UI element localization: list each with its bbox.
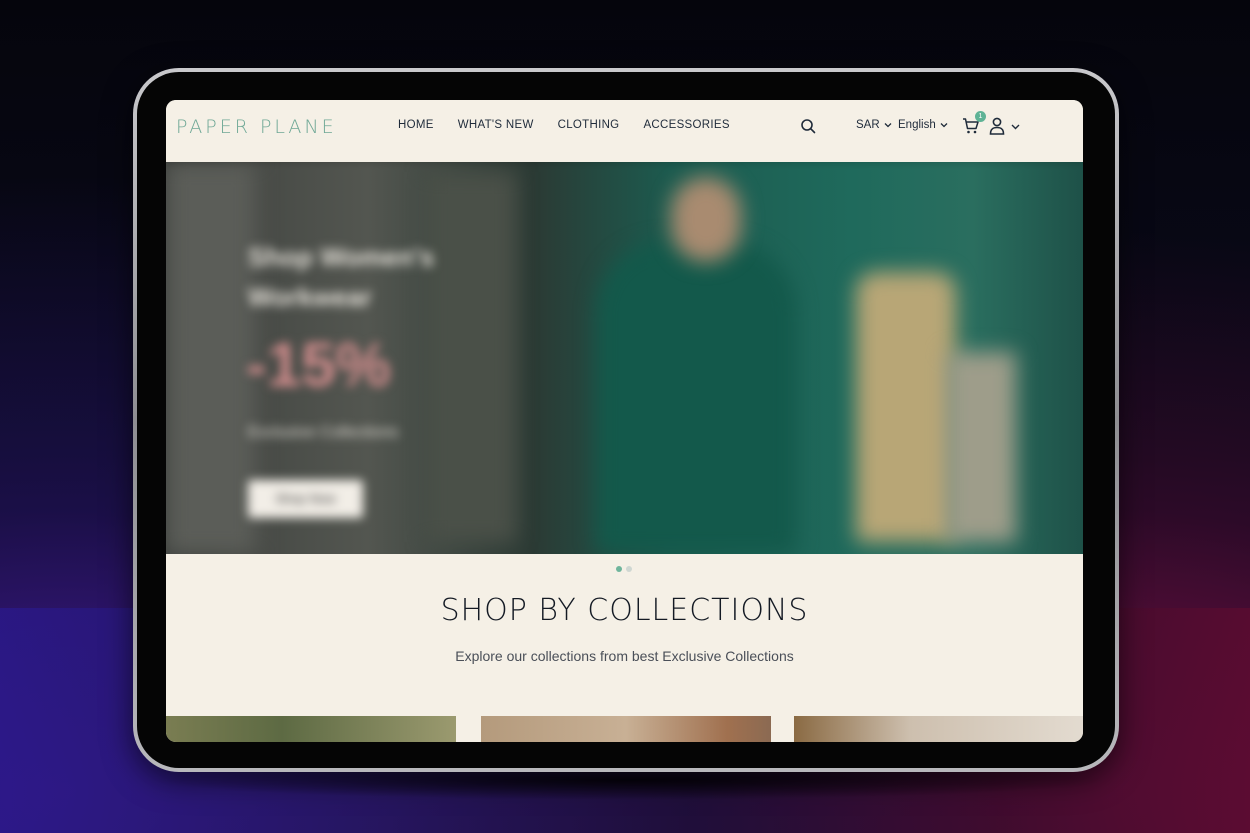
currency-label: SAR: [856, 119, 880, 131]
hero-window-pane: [426, 172, 516, 542]
site-header: PAPER PLANE HOME WHAT'S NEW CLOTHING ACC…: [166, 100, 1083, 162]
hero-mirror: [856, 272, 956, 542]
nav-item-home[interactable]: HOME: [398, 119, 434, 131]
carousel-dots: [616, 566, 632, 572]
language-selector[interactable]: English: [898, 119, 948, 131]
user-icon[interactable]: [989, 117, 1005, 135]
search-icon[interactable]: [800, 118, 816, 134]
chevron-down-icon: [884, 123, 892, 128]
logo-text: PAPER PLANE: [176, 116, 337, 138]
language-label: English: [898, 119, 936, 131]
chevron-down-icon[interactable]: [1011, 122, 1020, 131]
hero-model-head: [671, 177, 741, 262]
carousel-dot-2[interactable]: [626, 566, 632, 572]
carousel-dot-1[interactable]: [616, 566, 622, 572]
hero-subline: Exclusive Collections: [248, 424, 399, 441]
currency-selector[interactable]: SAR: [856, 119, 892, 131]
tablet-screen: PAPER PLANE HOME WHAT'S NEW CLOTHING ACC…: [166, 100, 1083, 742]
brand-logo[interactable]: PAPER PLANE: [176, 116, 337, 138]
hero-model-figure: [596, 242, 796, 554]
hero-banner[interactable]: Shop Women's Workwear -15% Exclusive Col…: [166, 162, 1083, 554]
hero-headline-1: Shop Women's: [248, 242, 435, 272]
hero-chair: [946, 352, 1016, 542]
main-nav: HOME WHAT'S NEW CLOTHING ACCESSORIES: [398, 119, 730, 131]
cart-count-badge: 1: [975, 111, 986, 122]
hero-cta-button[interactable]: Shop Now: [248, 480, 363, 518]
collection-card-3[interactable]: [794, 716, 1083, 742]
nav-item-whats-new[interactable]: WHAT'S NEW: [458, 119, 534, 131]
collection-card-1[interactable]: [166, 716, 456, 742]
hero-discount: -15%: [246, 331, 391, 400]
hero-headline-2: Workwear: [248, 282, 372, 312]
nav-item-accessories[interactable]: ACCESSORIES: [643, 119, 729, 131]
section-title: SHOP BY COLLECTIONS: [440, 593, 809, 628]
hero-window-left: [166, 162, 256, 554]
nav-item-clothing[interactable]: CLOTHING: [558, 119, 620, 131]
section-subtitle: Explore our collections from best Exclus…: [455, 648, 794, 664]
hero-cta-label: Shop Now: [275, 491, 336, 506]
collection-card-2[interactable]: [481, 716, 771, 742]
chevron-down-icon: [940, 123, 948, 128]
